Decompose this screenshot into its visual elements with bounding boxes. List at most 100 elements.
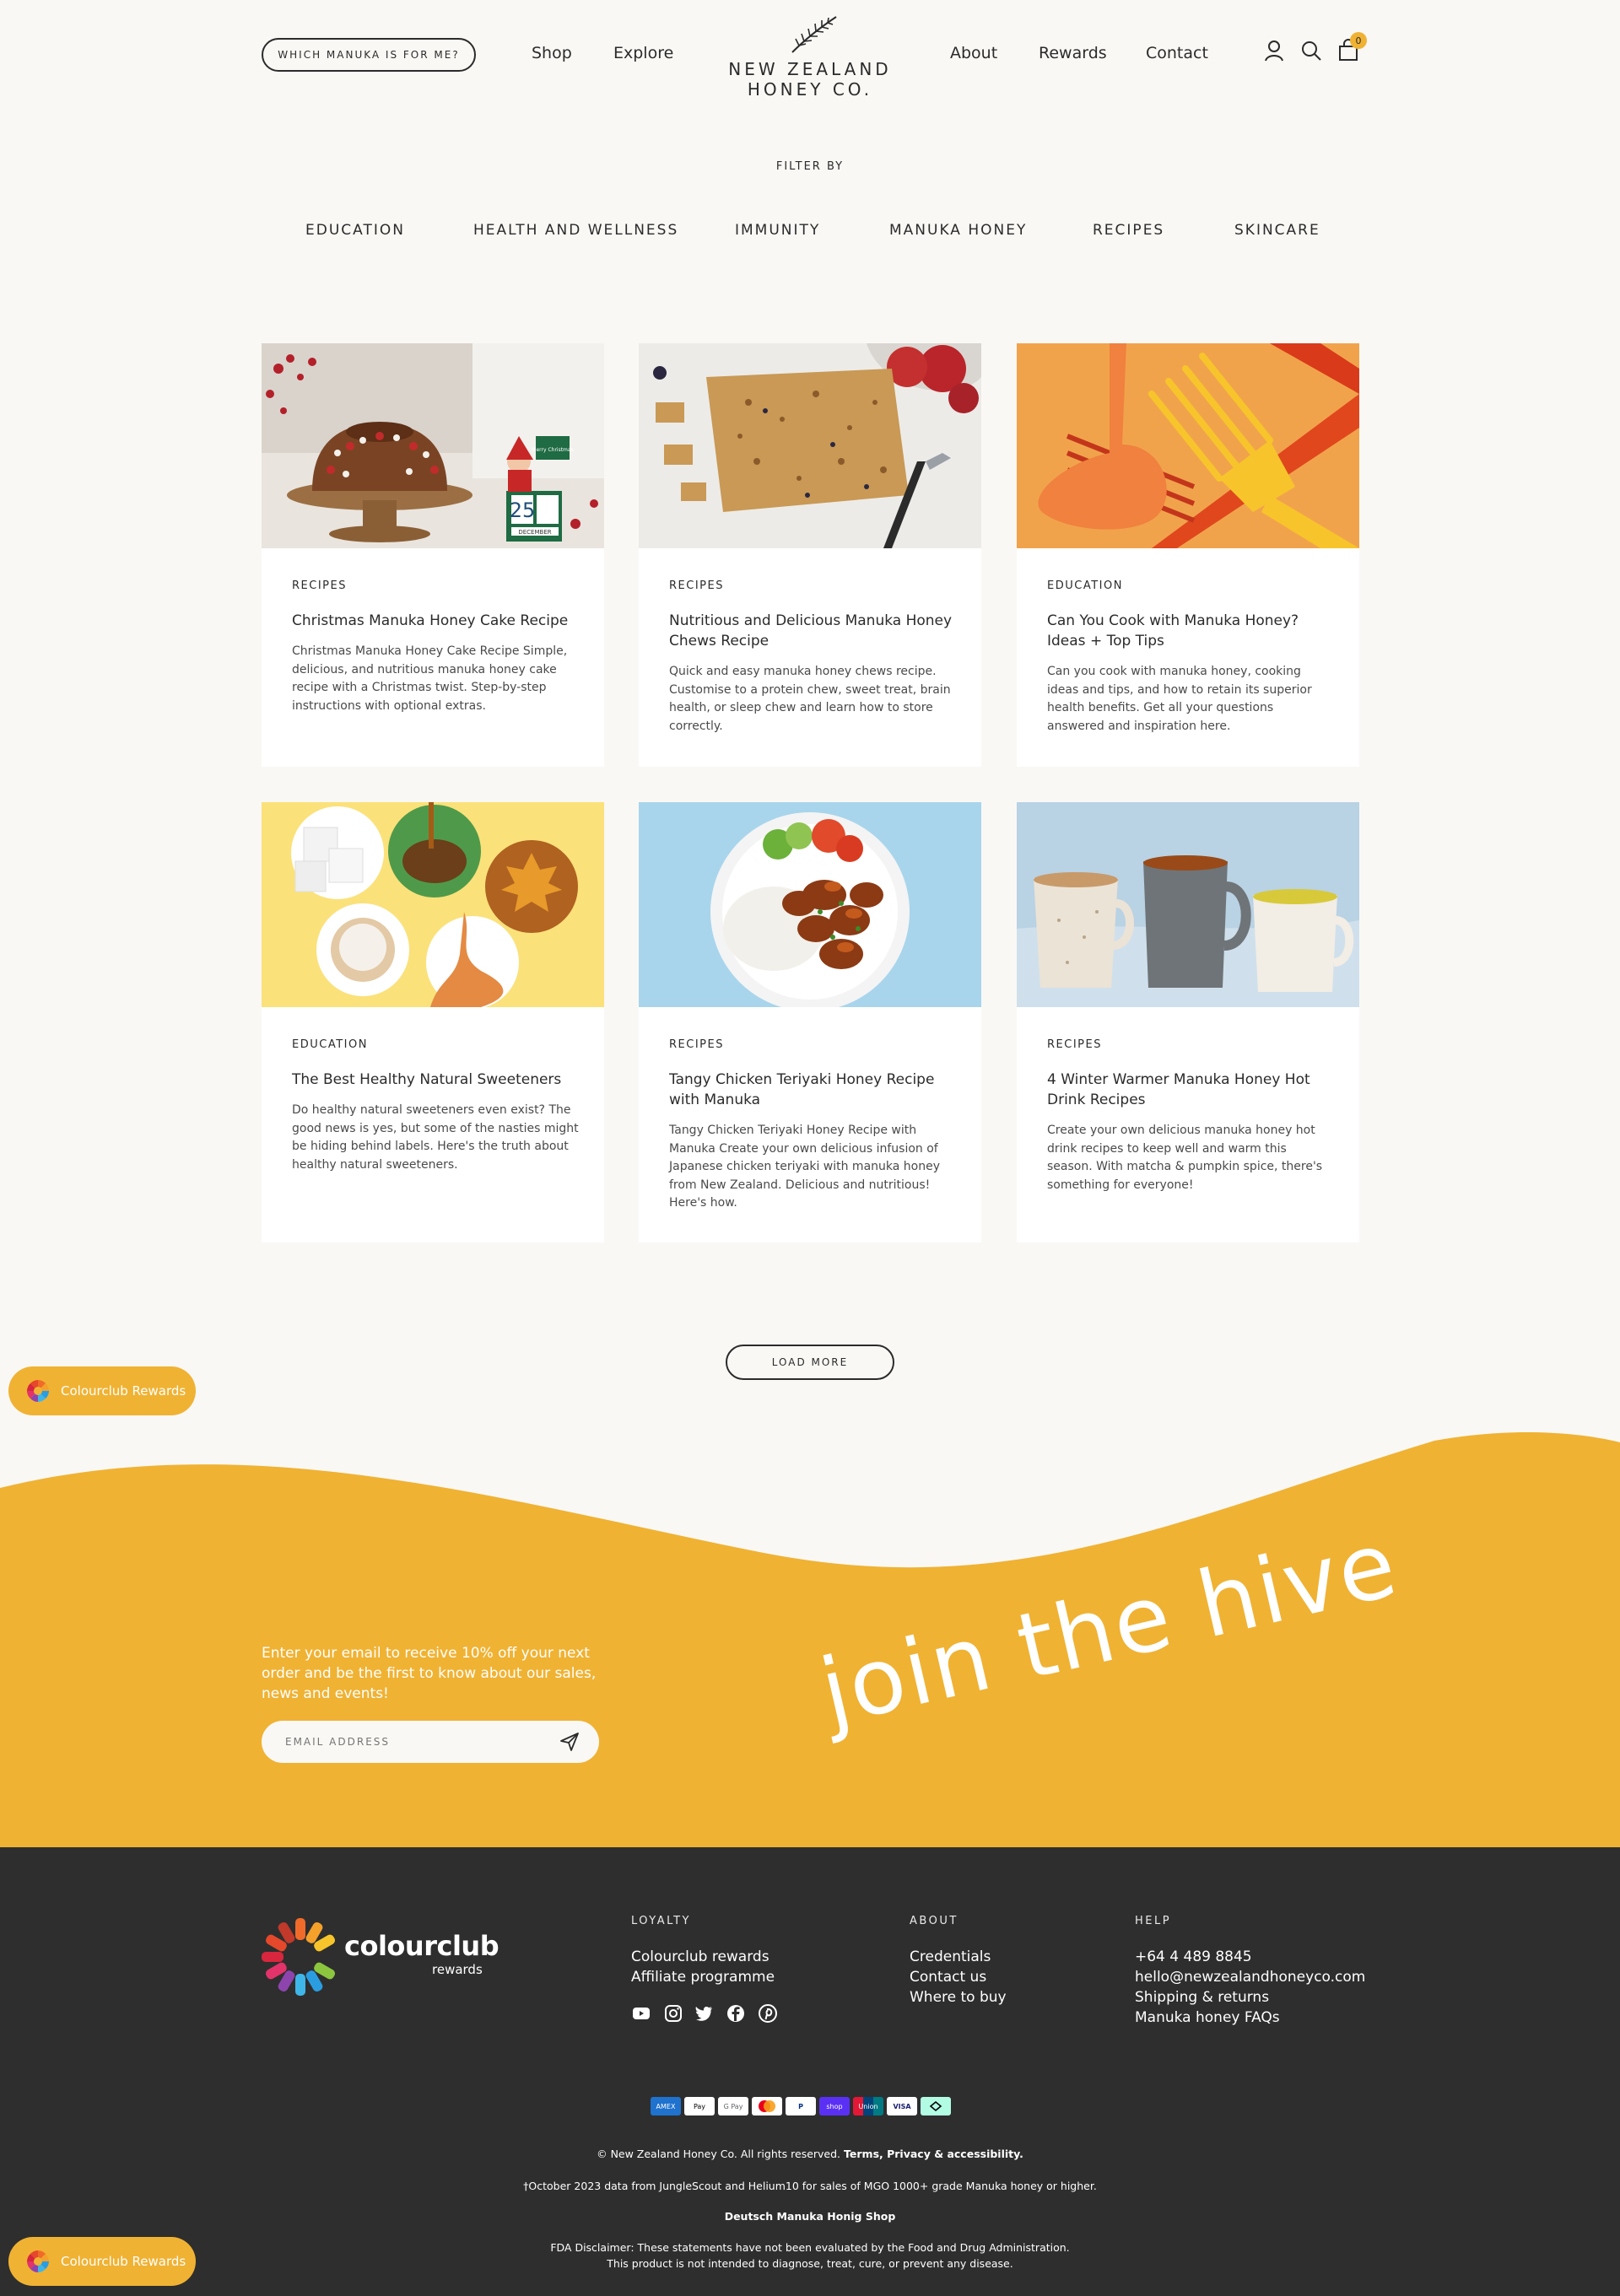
which-manuka-button[interactable]: WHICH MANUKA IS FOR ME?	[262, 38, 476, 72]
visa-icon: VISA	[887, 2097, 917, 2115]
colourclub-rewards-button-bottom[interactable]: Colourclub Rewards	[8, 2237, 196, 2286]
article-image[interactable]	[639, 343, 981, 548]
article-title[interactable]: Christmas Manuka Honey Cake Recipe	[292, 611, 579, 631]
article-category: EDUCATION	[292, 1038, 368, 1051]
colourclub-burst-icon	[262, 1918, 336, 1996]
colourclub-icon	[27, 2250, 49, 2272]
article-title[interactable]: Nutritious and Delicious Manuka Honey Ch…	[669, 611, 956, 651]
filter-health-and-wellness[interactable]: HEALTH AND WELLNESS	[473, 222, 678, 239]
article-card[interactable]: EDUCATION The Best Healthy Natural Sweet…	[262, 802, 604, 1242]
christmas-cake-image: 25 DECEMBER Merry Christmas	[262, 343, 604, 548]
article-card[interactable]: EDUCATION Can You Cook with Manuka Honey…	[1017, 343, 1359, 767]
email-input[interactable]	[285, 1733, 538, 1751]
deutsch-shop-link[interactable]: Deutsch Manuka Honig Shop	[0, 2210, 1620, 2223]
article-category: RECIPES	[1047, 1038, 1102, 1051]
site-footer: colourclub rewards LOYALTY Colourclub re…	[0, 1847, 1620, 2296]
colourclub-wordmark: colourclub	[344, 1930, 500, 1962]
colourclub-rewards-sub: rewards	[432, 1962, 483, 1977]
filter-education[interactable]: EDUCATION	[305, 222, 405, 239]
site-logo[interactable]: NEW ZEALAND HONEY CO.	[721, 10, 899, 100]
apple-pay-icon: Pay	[684, 2097, 715, 2115]
filter-recipes[interactable]: RECIPES	[1093, 222, 1164, 239]
loyalty-heading: LOYALTY	[631, 1915, 691, 1927]
sweeteners-image	[262, 802, 604, 1007]
facebook-icon[interactable]	[726, 2003, 746, 2024]
article-title[interactable]: 4 Winter Warmer Manuka Honey Hot Drink R…	[1047, 1070, 1334, 1110]
chicken-teriyaki-image	[639, 802, 981, 1007]
article-description: Christmas Manuka Honey Cake Recipe Simpl…	[292, 644, 568, 713]
article-description: Do healthy natural sweeteners even exist…	[292, 1103, 579, 1172]
article-description: Create your own delicious manuka honey h…	[1047, 1124, 1323, 1192]
paypal-icon: P	[786, 2097, 816, 2115]
site-header: WHICH MANUKA IS FOR ME? Shop Explore NEW…	[0, 0, 1620, 118]
shop-pay-icon: shop	[819, 2097, 850, 2115]
article-image[interactable]	[1017, 802, 1359, 1007]
search-icon[interactable]	[1299, 39, 1323, 62]
article-description: Quick and easy manuka honey chews recipe…	[669, 665, 951, 733]
colourclub-rewards-label: Colourclub Rewards	[61, 1383, 186, 1399]
colourclub-rewards-label: Colourclub Rewards	[61, 2254, 186, 2269]
nav-about[interactable]: About	[950, 44, 997, 62]
pinterest-icon[interactable]	[758, 2003, 778, 2024]
article-card[interactable]: RECIPES 4 Winter Warmer Manuka Honey Hot…	[1017, 802, 1359, 1242]
unionpay-icon: Union	[853, 2097, 883, 2115]
copyright-line: © New Zealand Honey Co. All rights reser…	[0, 2148, 1620, 2160]
amex-icon: AMEX	[651, 2097, 681, 2115]
google-pay-icon: G Pay	[718, 2097, 748, 2115]
fern-logo-icon	[791, 16, 837, 53]
instagram-icon[interactable]	[663, 2003, 683, 2024]
article-category: RECIPES	[292, 579, 347, 592]
twitter-icon[interactable]	[694, 2003, 714, 2024]
footer-link-affiliate[interactable]: Affiliate programme	[631, 1967, 775, 1987]
footer-link-contact-us[interactable]: Contact us	[910, 1967, 986, 1987]
nav-explore[interactable]: Explore	[613, 44, 673, 62]
help-heading: HELP	[1135, 1915, 1172, 1927]
hot-drinks-image	[1017, 802, 1359, 1007]
article-image[interactable]	[262, 802, 604, 1007]
article-title[interactable]: Can You Cook with Manuka Honey? Ideas + …	[1047, 611, 1334, 651]
article-description: Can you cook with manuka honey, cooking …	[1047, 665, 1312, 733]
calendar-sign-text: Merry Christmas	[532, 447, 573, 453]
article-category: RECIPES	[669, 579, 724, 592]
article-card[interactable]: RECIPES Tangy Chicken Teriyaki Honey Rec…	[639, 802, 981, 1242]
terms-privacy-link[interactable]: Terms, Privacy & accessibility.	[844, 2148, 1023, 2160]
article-image[interactable]	[639, 802, 981, 1007]
about-heading: ABOUT	[910, 1915, 958, 1927]
load-more-button[interactable]: LOAD MORE	[726, 1345, 894, 1380]
footer-link-faqs[interactable]: Manuka honey FAQs	[1135, 2008, 1280, 2028]
data-note: †October 2023 data from JungleScout and …	[523, 2180, 1097, 2192]
email-field[interactable]	[262, 1721, 599, 1763]
footer-link-email[interactable]: hello@newzealandhoneyco.com	[1135, 1967, 1365, 1987]
article-image[interactable]	[1017, 343, 1359, 548]
nav-rewards[interactable]: Rewards	[1039, 44, 1107, 62]
footer-link-colourclub-rewards[interactable]: Colourclub rewards	[631, 1947, 770, 1967]
article-title[interactable]: Tangy Chicken Teriyaki Honey Recipe with…	[669, 1070, 956, 1110]
footer-link-where-to-buy[interactable]: Where to buy	[910, 1987, 1007, 2008]
colourclub-rewards-button[interactable]: Colourclub Rewards	[8, 1366, 196, 1415]
filter-manuka-honey[interactable]: MANUKA HONEY	[889, 222, 1027, 239]
article-title[interactable]: The Best Healthy Natural Sweeteners	[292, 1070, 579, 1090]
honey-chews-image	[639, 343, 981, 548]
filter-skincare[interactable]: SKINCARE	[1234, 222, 1320, 239]
honey-fork-image	[1017, 343, 1359, 548]
nav-contact[interactable]: Contact	[1146, 44, 1208, 62]
copyright-text: © New Zealand Honey Co. All rights reser…	[597, 2148, 841, 2160]
article-card[interactable]: 25 DECEMBER Merry Christmas RECIPES Chri…	[262, 343, 604, 767]
article-category: RECIPES	[669, 1038, 724, 1051]
join-section-background	[0, 1432, 1620, 1847]
cart-count-badge: 0	[1350, 32, 1367, 49]
youtube-icon[interactable]	[631, 2003, 651, 2024]
colourclub-logo[interactable]: colourclub rewards	[262, 1913, 515, 1997]
footer-link-shipping[interactable]: Shipping & returns	[1135, 1987, 1269, 2008]
send-icon[interactable]	[559, 1731, 580, 1753]
article-card[interactable]: RECIPES Nutritious and Delicious Manuka …	[639, 343, 981, 767]
footer-link-phone[interactable]: +64 4 489 8845	[1135, 1947, 1252, 1967]
footer-link-credentials[interactable]: Credentials	[910, 1947, 991, 1967]
logo-line-2: HONEY CO.	[747, 79, 873, 100]
fda-disclaimer-1: FDA Disclaimer: These statements have no…	[550, 2241, 1070, 2254]
filter-immunity[interactable]: IMMUNITY	[735, 222, 820, 239]
account-icon[interactable]	[1262, 39, 1286, 62]
article-image[interactable]: 25 DECEMBER Merry Christmas	[262, 343, 604, 548]
mastercard-icon	[752, 2097, 782, 2115]
nav-shop[interactable]: Shop	[532, 44, 572, 62]
